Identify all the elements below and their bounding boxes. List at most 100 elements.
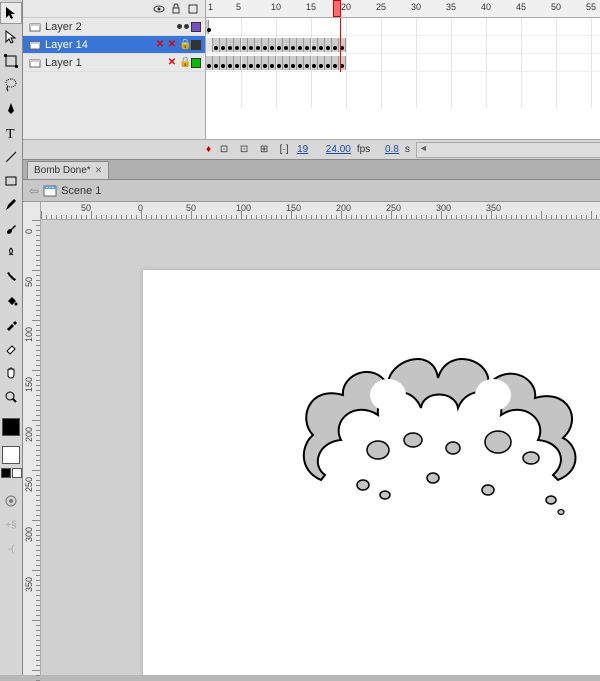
- onion-skin-icon[interactable]: ⊡: [217, 143, 231, 157]
- timeline-status-bar: ♦ ⊡ ⊡ ⊞ [·] 19 24.00 fps 0.8 s: [23, 139, 600, 159]
- frame-number: 25: [376, 2, 386, 12]
- hand-tool[interactable]: [0, 362, 22, 384]
- layer-name: Layer 1: [45, 57, 163, 69]
- lock-icon[interactable]: 🔒: [179, 57, 189, 68]
- hidden-icon[interactable]: ✕: [155, 39, 165, 50]
- svg-text:T: T: [6, 127, 15, 141]
- ruler-label: 150: [286, 203, 301, 213]
- fill-color-swatch[interactable]: [2, 446, 20, 464]
- tools-panel: T +§ -(: [0, 0, 23, 675]
- onion-skin-outlines-icon[interactable]: ⊡: [237, 143, 251, 157]
- layer-color-chip[interactable]: [191, 58, 201, 68]
- layer-icon: [29, 57, 41, 69]
- frames-area[interactable]: 1 5 10 15 20 25 30 35 40 45 50 55 60: [206, 0, 600, 139]
- frame-ruler[interactable]: 1 5 10 15 20 25 30 35 40 45 50 55 60: [206, 0, 600, 18]
- frame-number: 35: [446, 2, 456, 12]
- center-frame-icon[interactable]: [·]: [277, 143, 291, 157]
- rectangle-tool[interactable]: [0, 170, 22, 192]
- layer-icon: [29, 21, 41, 33]
- default-colors-icon[interactable]: [1, 468, 11, 478]
- snap-option[interactable]: [0, 490, 22, 512]
- layer-icon: [29, 39, 41, 51]
- ruler-label: 250: [24, 477, 34, 492]
- ruler-label: 50: [24, 277, 34, 287]
- frame-row[interactable]: [206, 54, 600, 72]
- stroke-color-swatch[interactable]: [2, 418, 20, 436]
- zoom-tool[interactable]: [0, 386, 22, 408]
- swap-colors-icon[interactable]: [12, 468, 22, 478]
- playhead[interactable]: [333, 0, 341, 17]
- layer-row[interactable]: Layer 1 ✕ 🔒: [23, 54, 205, 72]
- frame-number: 5: [236, 2, 241, 12]
- free-transform-tool[interactable]: [0, 50, 22, 72]
- stage-canvas[interactable]: [143, 270, 600, 675]
- close-tab-icon[interactable]: ✕: [95, 165, 103, 176]
- text-tool[interactable]: T: [0, 122, 22, 144]
- paint-bucket-tool[interactable]: [0, 290, 22, 312]
- current-frame[interactable]: 19: [297, 144, 308, 155]
- brush-tool[interactable]: [0, 218, 22, 240]
- scene-bar: ⇦ Scene 1: [23, 180, 600, 202]
- playhead-line: [340, 18, 341, 72]
- document-tab[interactable]: Bomb Done* ✕: [27, 161, 109, 179]
- layers-panel: Layer 2 Layer 14 ✕ ✕ 🔒: [23, 0, 206, 139]
- layer-color-chip[interactable]: [191, 40, 201, 50]
- timeline-scrollbar[interactable]: [416, 142, 600, 158]
- visibility-column-icon[interactable]: [153, 3, 165, 15]
- layer-name: Layer 14: [45, 39, 151, 51]
- deco-tool[interactable]: [0, 242, 22, 264]
- time-unit: s: [405, 144, 410, 155]
- lasso-tool[interactable]: [0, 74, 22, 96]
- frame-number: 15: [306, 2, 316, 12]
- eyedropper-tool[interactable]: [0, 314, 22, 336]
- ruler-label: 300: [24, 527, 34, 542]
- subselection-tool[interactable]: [0, 26, 22, 48]
- scene-icon: [43, 184, 57, 198]
- eraser-tool[interactable]: [0, 338, 22, 360]
- lock-column-icon[interactable]: [170, 3, 182, 15]
- layer-row[interactable]: Layer 14 ✕ ✕ 🔒: [23, 36, 205, 54]
- vertical-ruler[interactable]: 0 50 100 150 200 250 300 350: [23, 202, 41, 675]
- scene-name[interactable]: Scene 1: [61, 185, 101, 197]
- bone-tool[interactable]: [0, 266, 22, 288]
- lock-dot[interactable]: [184, 24, 189, 29]
- frame-number: 50: [551, 2, 561, 12]
- outline-column-icon[interactable]: [187, 3, 199, 15]
- hidden2-icon[interactable]: ✕: [167, 39, 177, 50]
- pasteboard[interactable]: [41, 220, 600, 675]
- line-tool[interactable]: [0, 146, 22, 168]
- frame-number: 40: [481, 2, 491, 12]
- layer-color-chip[interactable]: [191, 22, 201, 32]
- ruler-label: 350: [486, 203, 501, 213]
- elapsed-time[interactable]: 0.8: [385, 144, 399, 155]
- pencil-tool[interactable]: [0, 194, 22, 216]
- selection-tool[interactable]: [0, 2, 22, 24]
- frame-number: 1: [208, 2, 213, 12]
- ruler-label: 150: [24, 377, 34, 392]
- edit-multiple-icon[interactable]: ⊞: [257, 143, 271, 157]
- frame-number: 30: [411, 2, 421, 12]
- visibility-dot[interactable]: [177, 24, 182, 29]
- canvas-artwork: [283, 340, 600, 550]
- pen-tool[interactable]: [0, 98, 22, 120]
- timeline-panel: Layer 2 Layer 14 ✕ ✕ 🔒: [23, 0, 600, 160]
- frame-rate[interactable]: 24.00: [326, 144, 351, 155]
- stage-wrap: 50 0 50 100 150 200 250 300 350: [41, 202, 600, 675]
- option-2[interactable]: +§: [0, 514, 22, 536]
- layer-row[interactable]: Layer 2: [23, 18, 205, 36]
- frame-row[interactable]: [206, 36, 600, 54]
- frame-number: 55: [586, 2, 596, 12]
- frame-number: 10: [271, 2, 281, 12]
- horizontal-ruler[interactable]: 50 0 50 100 150 200 250 300 350: [41, 202, 600, 220]
- layer-header: [23, 0, 205, 18]
- ruler-label: 350: [24, 577, 34, 592]
- frame-row[interactable]: [206, 18, 600, 36]
- option-3[interactable]: -(: [0, 538, 22, 560]
- fps-label: fps: [357, 144, 370, 155]
- back-icon[interactable]: ⇦: [29, 184, 39, 198]
- lock-icon[interactable]: 🔒: [179, 39, 189, 50]
- hidden-icon[interactable]: ✕: [167, 57, 177, 68]
- ruler-label: 50: [81, 203, 91, 213]
- ruler-label: 0: [24, 229, 34, 234]
- document-tab-bar: Bomb Done* ✕: [23, 160, 600, 180]
